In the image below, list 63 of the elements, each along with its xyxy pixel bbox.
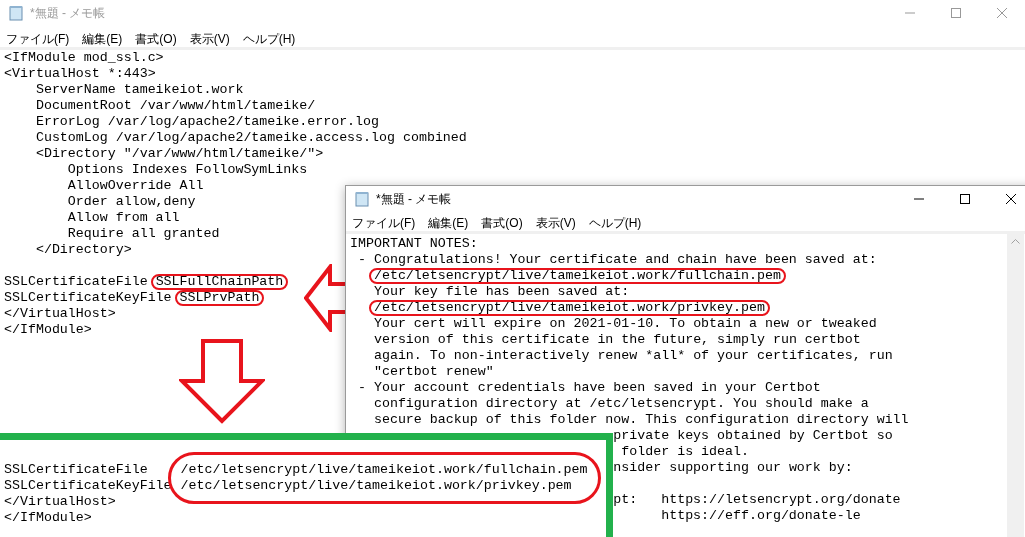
code-line: SSLCertificateFile [4,462,149,478]
config-value: SSLPrvPath [174,290,265,306]
maximize-icon [951,8,961,18]
code-line: pt: https://letsencrypt.org/donate [613,491,901,510]
code-line: <IfModule mod_ssl.c> [4,49,164,68]
code-line: configuration directory at /etc/letsencrypt. You should make a [373,395,869,414]
menu-item[interactable]: 表示(V) [189,29,230,48]
code-line: Options Indexes FollowSymLinks [67,161,308,180]
menu-item[interactable]: ヘルプ(H) [588,213,642,232]
window-title: *無題 - メモ帳 [376,191,452,208]
code-line: AllowOverride All [67,177,204,196]
code-line: https://eff.org/donate-le [661,507,861,526]
menu-item[interactable]: 編集(E) [428,213,469,232]
code-line: CustomLog /var/log/apache2/tameike.access.log combined [35,129,467,148]
scroll-up-icon [1011,238,1020,244]
code-line: Allow from all [67,209,180,228]
code-line: private keys obtained by Certbot so [613,427,893,446]
config-value: SSLFullChainPath [150,274,289,290]
close-icon [1006,194,1016,204]
code-line: </Directory> [35,241,132,260]
code-line: /etc/letsencrypt/live/tameikeiot.work/privkey.pem [368,300,770,316]
code-line: SSLCertificateFile [4,273,148,292]
code-line: Your key file has been saved at: [373,283,630,302]
code-line: <Directory "/var/www/html/tameike/"> [35,145,324,164]
menu-item[interactable]: 編集(E) [82,29,123,48]
code-line: SSLCertificateKeyFile [4,478,172,494]
code-line: IMPORTANT NOTES: [350,235,478,254]
code-line: nsider supporting our work by: [613,459,853,478]
code-line: <VirtualHost *:443> [4,65,156,84]
config-value: /etc/letsencrypt/live/tameikeiot.work/privkey.pem [180,478,573,494]
menu-item[interactable]: 書式(O) [481,213,523,232]
code-line: secure backup of this folder now. This configuration directory will [373,411,909,430]
menu-item[interactable]: ファイル(F) [352,213,416,232]
code-line: ServerName tameikeiot.work [35,81,244,100]
code-line: </VirtualHost> [4,305,116,324]
code-line: Your cert will expire on 2021-01-10. To obtain a new or tweaked [373,315,877,334]
code-line: /etc/letsencrypt/live/tameikeiot.work/fullchain.pem [368,268,786,284]
window-title: *無題 - メモ帳 [30,5,106,22]
code-line: </IfModule> [4,321,92,340]
notepad-icon [8,5,24,21]
code-line: Require all granted [67,225,220,244]
code-line: folder is ideal. [621,443,749,462]
code-line: Order allow,deny [67,193,196,212]
code-line: ErrorLog /var/log/apache2/tameike.error.log [35,113,380,132]
scrollbar[interactable] [1007,234,1024,537]
down-arrow-icon [179,338,265,424]
menu-item[interactable]: 表示(V) [535,213,576,232]
code-line: "certbot renew" [373,363,494,382]
menu-item[interactable]: ファイル(F) [6,29,70,48]
menu-item[interactable]: ヘルプ(H) [242,29,296,48]
code-line: SSLCertificateKeyFile [4,289,172,308]
code-line: again. To non-interactively renew *all* of your certificates, run [373,347,893,366]
code-line: - Your account credentials have been saved in your Certbot [358,379,821,398]
code-line: version of this certificate in the future, simply run certbot [373,331,861,350]
config-value: /etc/letsencrypt/live/tameikeiot.work/fullchain.pem [180,462,588,478]
notepad-icon [354,191,370,207]
code-line: </VirtualHost> [4,494,117,510]
close-icon [997,8,1007,18]
code-line: DocumentRoot /var/www/html/tameike/ [35,97,316,116]
menu-item[interactable]: 書式(O) [135,29,177,48]
code-line: - Congratulations! Your certificate and chain have been saved at: [358,251,877,270]
maximize-icon [960,194,970,204]
code-line: </IfModule> [4,510,93,526]
